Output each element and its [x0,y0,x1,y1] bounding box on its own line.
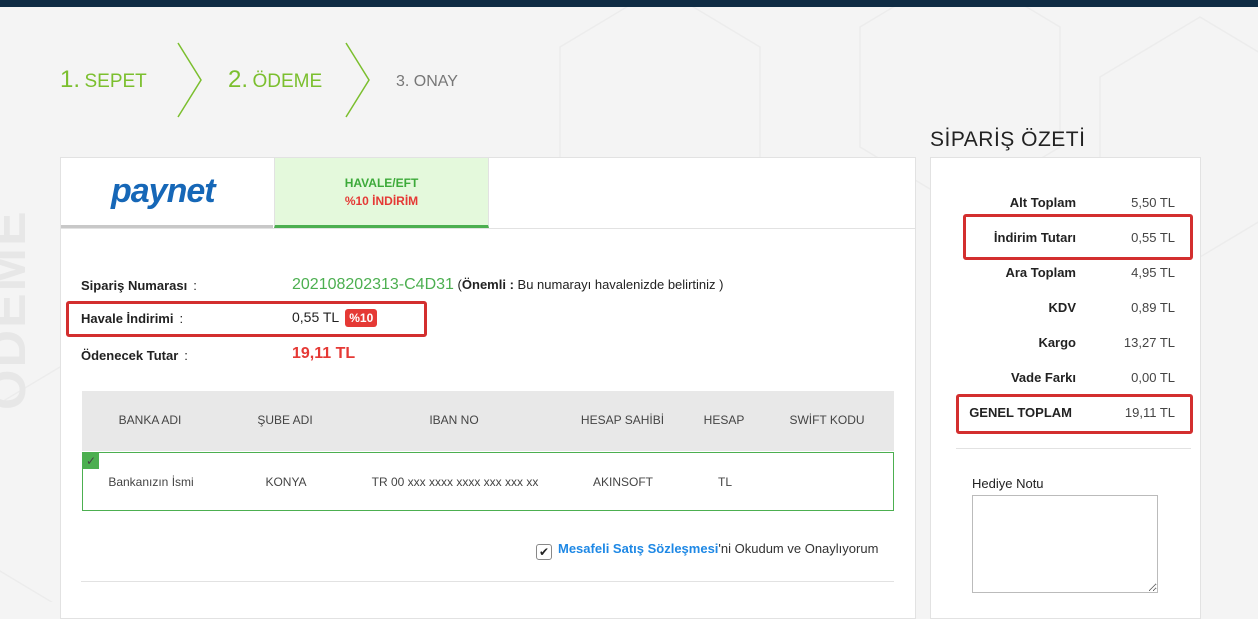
agreement-row: ✔ Mesafeli Satış Sözleşmesi'ni Okudum ve … [536,541,878,560]
table-cell: TR 00 xxx xxxx xxxx xxx xxx xx [371,475,539,489]
column-header: HESAP [703,413,745,427]
tab-havale-discount: %10 İNDİRİM [344,194,419,208]
summary-label: GENEL TOPLAM [969,405,1072,420]
order-summary-panel: Alt Toplam 5,50 TL İndirim Tutarı 0,55 T… [930,157,1201,619]
step-payment[interactable]: 2. ÖDEME [228,66,322,94]
bank-accounts-table: BANKA ADI ŞUBE ADI IBAN NO HESAP SAHİBİ … [82,391,894,511]
colon: : [193,278,197,293]
chevron-right-icon [345,42,370,118]
column-header: HESAP SAHİBİ [580,413,665,427]
gift-note-label: Hediye Notu [972,476,1044,491]
order-number-value: 202108202313-C4D31 [292,276,454,293]
agreement-checkbox[interactable]: ✔ [536,544,552,560]
table-cell: Bankanızın İsmi [108,475,194,489]
step-number: 3. [396,73,410,90]
summary-row-grand-total: GENEL TOPLAM 19,11 TL [931,405,1200,425]
summary-row-intermediate: Ara Toplam 4,95 TL [931,265,1200,285]
check-icon: ✓ [83,453,99,469]
agreement-text: 'ni Okudum ve Onaylıyorum [718,541,879,556]
summary-value: 4,95 TL [1131,265,1175,280]
step-number: 2. [228,66,249,93]
column-header: ŞUBE ADI [257,413,313,427]
summary-row-discount: İndirim Tutarı 0,55 TL [931,230,1200,250]
step-label: ONAY [413,73,458,90]
tab-paynet[interactable]: paynet [61,158,273,228]
summary-label: Kargo [1038,335,1076,350]
tab-havale-eft[interactable]: HAVALE/EFT %10 İNDİRİM [274,158,489,228]
page-watermark: ÖDEME [0,209,37,410]
table-header: BANKA ADI ŞUBE ADI IBAN NO HESAP SAHİBİ … [82,391,894,451]
payment-tabs: paynet HAVALE/EFT %10 İNDİRİM [61,158,915,229]
chevron-right-icon [177,42,202,118]
top-bar [0,0,1258,7]
colon: : [179,311,184,326]
column-header: SWİFT KODU [789,413,865,427]
summary-value: 13,27 TL [1123,335,1175,350]
summary-row-subtotal: Alt Toplam 5,50 TL [931,195,1200,215]
summary-label: Ara Toplam [1005,265,1076,280]
step-label: ÖDEME [252,71,323,92]
summary-label: Alt Toplam [1009,195,1076,210]
summary-value: 0,55 TL [1131,230,1175,245]
step-confirm: 3. ONAY [396,73,458,91]
order-number-label: Sipariş Numarası [81,278,188,293]
summary-value: 0,00 TL [1131,370,1175,385]
summary-row-installment-fee: Vade Farkı 0,00 TL [931,370,1200,390]
paynet-logo: paynet [111,172,216,210]
summary-label: Vade Farkı [1010,370,1076,385]
summary-value: 0,89 TL [1131,300,1175,315]
discount-value: 0,55 TL [292,309,340,325]
summary-row-shipping: Kargo 13,27 TL [931,335,1200,355]
summary-label: KDV [1048,300,1076,315]
table-cell: TL [717,475,732,489]
column-header: IBAN NO [429,413,479,427]
payable-value: 19,11 TL [292,345,356,362]
summary-title: SİPARİŞ ÖZETİ [930,128,1086,151]
step-number: 1. [60,66,81,93]
divider [81,581,894,582]
discount-badge: %10 [345,309,378,327]
payment-panel: paynet HAVALE/EFT %10 İNDİRİM Sipariş Nu… [60,157,916,619]
colon: : [184,348,188,363]
step-cart[interactable]: 1. SEPET [60,66,147,94]
summary-value: 19,11 TL [1124,405,1175,420]
step-label: SEPET [84,71,147,92]
note-text: Bu numarayı havalenizde belirtiniz ) [513,277,724,292]
summary-label: İndirim Tutarı [993,230,1076,245]
tab-havale-title: HAVALE/EFT [344,176,419,190]
agreement-link[interactable]: Mesafeli Satış Sözleşmesi [558,541,718,556]
table-row[interactable]: ✓ Bankanızın İsmi KONYA TR 00 xxx xxxx x… [82,452,894,511]
divider [956,448,1191,449]
note-important: Önemli : [461,277,514,292]
gift-note-input[interactable] [972,495,1158,593]
discount-label: Havale İndirimi [81,311,174,326]
payable-label: Ödenecek Tutar [81,348,179,363]
table-cell: KONYA [265,475,307,489]
summary-value: 5,50 TL [1131,195,1175,210]
column-header: BANKA ADI [118,413,182,427]
summary-row-vat: KDV 0,89 TL [931,300,1200,320]
table-cell: AKINSOFT [592,475,653,489]
